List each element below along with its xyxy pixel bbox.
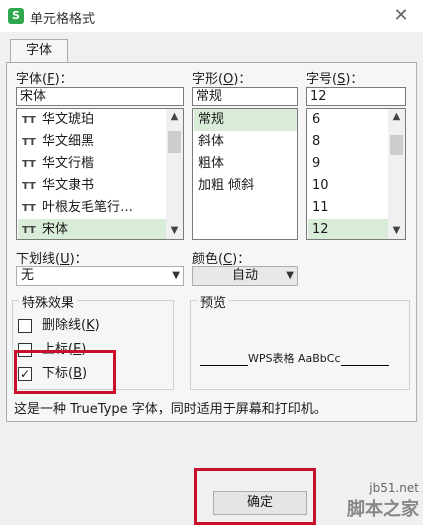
scroll-up-icon[interactable]: ▲ xyxy=(388,109,405,125)
chevron-down-icon: ▼ xyxy=(286,270,294,281)
strikethrough-label: 删除线(K) xyxy=(42,318,100,333)
style-list[interactable]: 常规 斜体 粗体 加粗 倾斜 xyxy=(192,108,298,240)
list-item[interactable]: 8 xyxy=(308,131,389,153)
list-item[interactable]: TT 华文细黑 xyxy=(18,131,167,153)
list-item[interactable]: 粗体 xyxy=(194,153,297,175)
preview-group-title: 预览 xyxy=(197,292,230,311)
highlight-box-subscript xyxy=(14,350,116,394)
list-item[interactable]: TT 华文行楷 xyxy=(18,153,167,175)
effects-group-title: 特殊效果 xyxy=(19,292,78,311)
watermark-url: jb51.net xyxy=(369,481,419,495)
chevron-down-icon: ▼ xyxy=(172,270,180,281)
truetype-icon: TT xyxy=(22,225,36,236)
list-item-selected[interactable]: 常规 xyxy=(194,109,297,131)
list-item-selected[interactable]: 12 xyxy=(308,219,389,239)
scroll-down-icon[interactable]: ▼ xyxy=(166,223,183,239)
list-item[interactable]: 9 xyxy=(308,153,389,175)
highlight-box-ok xyxy=(194,468,316,525)
title-bar: S 单元格格式 ✕ xyxy=(0,0,423,32)
list-item[interactable]: 11 xyxy=(308,197,389,219)
truetype-icon: TT xyxy=(22,181,36,192)
preview-sample: WPS表格 AaBbCc xyxy=(200,350,406,366)
size-input[interactable]: 12 xyxy=(306,87,406,106)
truetype-icon: TT xyxy=(22,159,36,170)
list-item[interactable]: 加粗 倾斜 xyxy=(194,175,297,197)
scroll-down-icon[interactable]: ▼ xyxy=(388,223,405,239)
scroll-up-icon[interactable]: ▲ xyxy=(166,109,183,125)
wps-app-icon: S xyxy=(8,8,24,24)
list-item[interactable]: TT 叶根友毛笔行… xyxy=(18,197,167,219)
preview-group: 预览 xyxy=(190,292,410,390)
list-item[interactable]: 斜体 xyxy=(194,131,297,153)
font-list-scrollbar[interactable]: ▲ ▼ xyxy=(166,109,183,239)
preview-line-right xyxy=(340,365,389,366)
watermark: jb51.net 脚本之家 xyxy=(347,481,419,521)
scroll-thumb[interactable] xyxy=(168,131,181,153)
tab-font[interactable]: 字体 xyxy=(10,39,68,63)
truetype-icon: TT xyxy=(22,203,36,214)
color-label: 颜色(C)： xyxy=(192,252,251,267)
list-item[interactable]: TT 华文隶书 xyxy=(18,175,167,197)
style-label: 字形(O)： xyxy=(192,72,252,87)
preview-line-left xyxy=(200,365,248,366)
truetype-icon: TT xyxy=(22,115,36,126)
close-button[interactable]: ✕ xyxy=(389,4,413,28)
font-list[interactable]: TT 华文琥珀 TT 华文细黑 TT 华文行楷 TT 华文隶书 TT 叶根友毛笔行… TT… xyxy=(16,108,184,240)
font-label: 字体(F)： xyxy=(16,72,73,87)
size-list-scrollbar[interactable]: ▲ ▼ xyxy=(388,109,405,239)
preview-sample-text: WPS表格 AaBbCc xyxy=(248,352,341,365)
style-input[interactable]: 常规 xyxy=(192,87,298,106)
font-name-input[interactable]: 宋体 xyxy=(16,87,184,106)
window-title: 单元格格式 xyxy=(30,12,96,27)
truetype-icon: TT xyxy=(22,137,36,148)
watermark-name: 脚本之家 xyxy=(347,499,419,520)
color-dropdown[interactable]: 自动 ▼ xyxy=(192,266,298,286)
strikethrough-checkbox[interactable] xyxy=(18,319,32,333)
list-item[interactable]: 6 xyxy=(308,109,389,131)
list-item[interactable]: TT 华文琥珀 xyxy=(18,109,167,131)
underline-dropdown[interactable]: 无 ▼ xyxy=(16,266,184,286)
size-label: 字号(S)： xyxy=(306,72,364,87)
underline-label: 下划线(U)： xyxy=(16,252,88,267)
scroll-thumb[interactable] xyxy=(390,135,403,155)
font-info-text: 这是一种 TrueType 字体，同时适用于屏幕和打印机。 xyxy=(14,402,327,417)
list-item[interactable]: 10 xyxy=(308,175,389,197)
size-list[interactable]: 6 8 9 10 11 12 ▲ ▼ xyxy=(306,108,406,240)
list-item-selected[interactable]: TT 宋体 xyxy=(18,219,167,239)
